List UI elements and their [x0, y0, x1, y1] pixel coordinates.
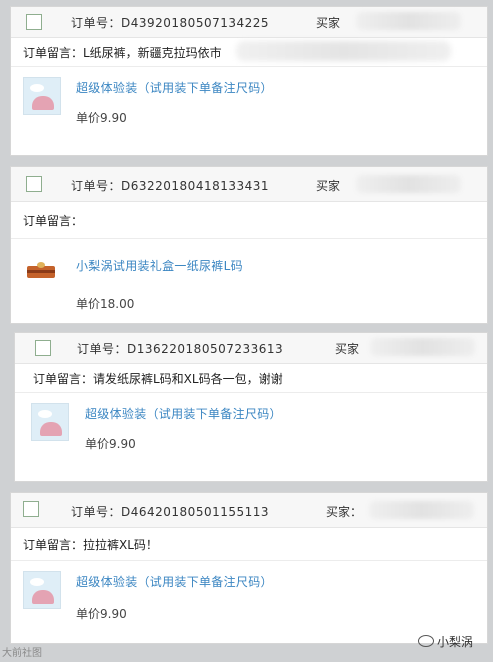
product-link[interactable]: 超级体验装（试用装下单备注尺码） — [76, 573, 273, 590]
watermark-brand: 小梨涡 — [418, 633, 473, 650]
order-checkbox[interactable] — [23, 501, 39, 517]
unit-price: 单价9.90 — [76, 607, 127, 621]
order-number: 订单号：D136220180507233613 — [77, 342, 284, 356]
order-card: 订单号：D43920180507134225 买家 订单留言：L纸尿裤，新疆克拉… — [10, 6, 488, 156]
buyer-name-redacted — [356, 12, 461, 30]
order-card: 订单号：D136220180507233613 买家 订单留言：请发纸尿裤L码和… — [14, 332, 488, 482]
unit-price: 单价18.00 — [76, 297, 135, 311]
order-checkbox[interactable] — [35, 340, 51, 356]
baby-dress-image[interactable] — [31, 403, 69, 441]
product-link[interactable]: 小梨涡试用装礼盒一纸尿裤L码 — [76, 257, 243, 274]
unit-price: 单价9.90 — [85, 437, 136, 451]
order-card: 订单号：D63220180418133431 买家 订单留言： 小梨涡试用装礼盒… — [10, 166, 488, 324]
order-note: 订单留言：L纸尿裤，新疆克拉玛依市 — [23, 46, 222, 60]
unit-price: 单价9.90 — [76, 111, 127, 125]
buyer-label: 买家 — [316, 179, 341, 193]
buyer-name-redacted — [356, 175, 461, 193]
order-header: 订单号：D136220180507233613 买家 — [15, 333, 487, 364]
buyer-name-redacted — [370, 338, 475, 356]
note-redacted — [236, 41, 451, 61]
order-note: 订单留言：请发纸尿裤L码和XL码各一包，谢谢 — [33, 372, 283, 386]
order-number: 订单号：D63220180418133431 — [71, 179, 270, 193]
buyer-label: 买家 — [316, 16, 341, 30]
watermark-brand-text: 小梨涡 — [437, 635, 474, 649]
product-link[interactable]: 超级体验装（试用装下单备注尺码） — [85, 405, 282, 422]
order-note-row: 订单留言： — [11, 202, 487, 239]
product-link[interactable]: 超级体验装（试用装下单备注尺码） — [76, 79, 273, 96]
order-header: 订单号：D46420180501155113 买家： — [11, 493, 487, 528]
order-header: 订单号：D63220180418133431 买家 — [11, 167, 487, 202]
order-checkbox[interactable] — [26, 176, 42, 192]
order-note: 订单留言：拉拉裤XL码！ — [23, 538, 158, 552]
baby-dress-image[interactable] — [23, 571, 61, 609]
buyer-name-redacted — [369, 501, 474, 519]
wechat-icon — [418, 635, 434, 647]
watermark-source: 大前社图 — [2, 648, 42, 659]
baby-dress-image[interactable] — [23, 77, 61, 115]
order-card: 订单号：D46420180501155113 买家： 订单留言：拉拉裤XL码！ … — [10, 492, 488, 644]
buyer-label: 买家 — [335, 342, 360, 356]
order-note: 订单留言： — [23, 214, 84, 228]
order-checkbox[interactable] — [26, 14, 42, 30]
order-note-row: 订单留言：拉拉裤XL码！ — [11, 528, 487, 561]
order-header: 订单号：D43920180507134225 买家 — [11, 7, 487, 38]
order-number: 订单号：D43920180507134225 — [71, 16, 270, 30]
order-number: 订单号：D46420180501155113 — [71, 505, 270, 519]
gift-box-image[interactable] — [23, 253, 61, 291]
order-note-row: 订单留言：L纸尿裤，新疆克拉玛依市 — [11, 38, 487, 67]
buyer-label: 买家： — [326, 505, 363, 519]
order-note-row: 订单留言：请发纸尿裤L码和XL码各一包，谢谢 — [15, 364, 487, 393]
